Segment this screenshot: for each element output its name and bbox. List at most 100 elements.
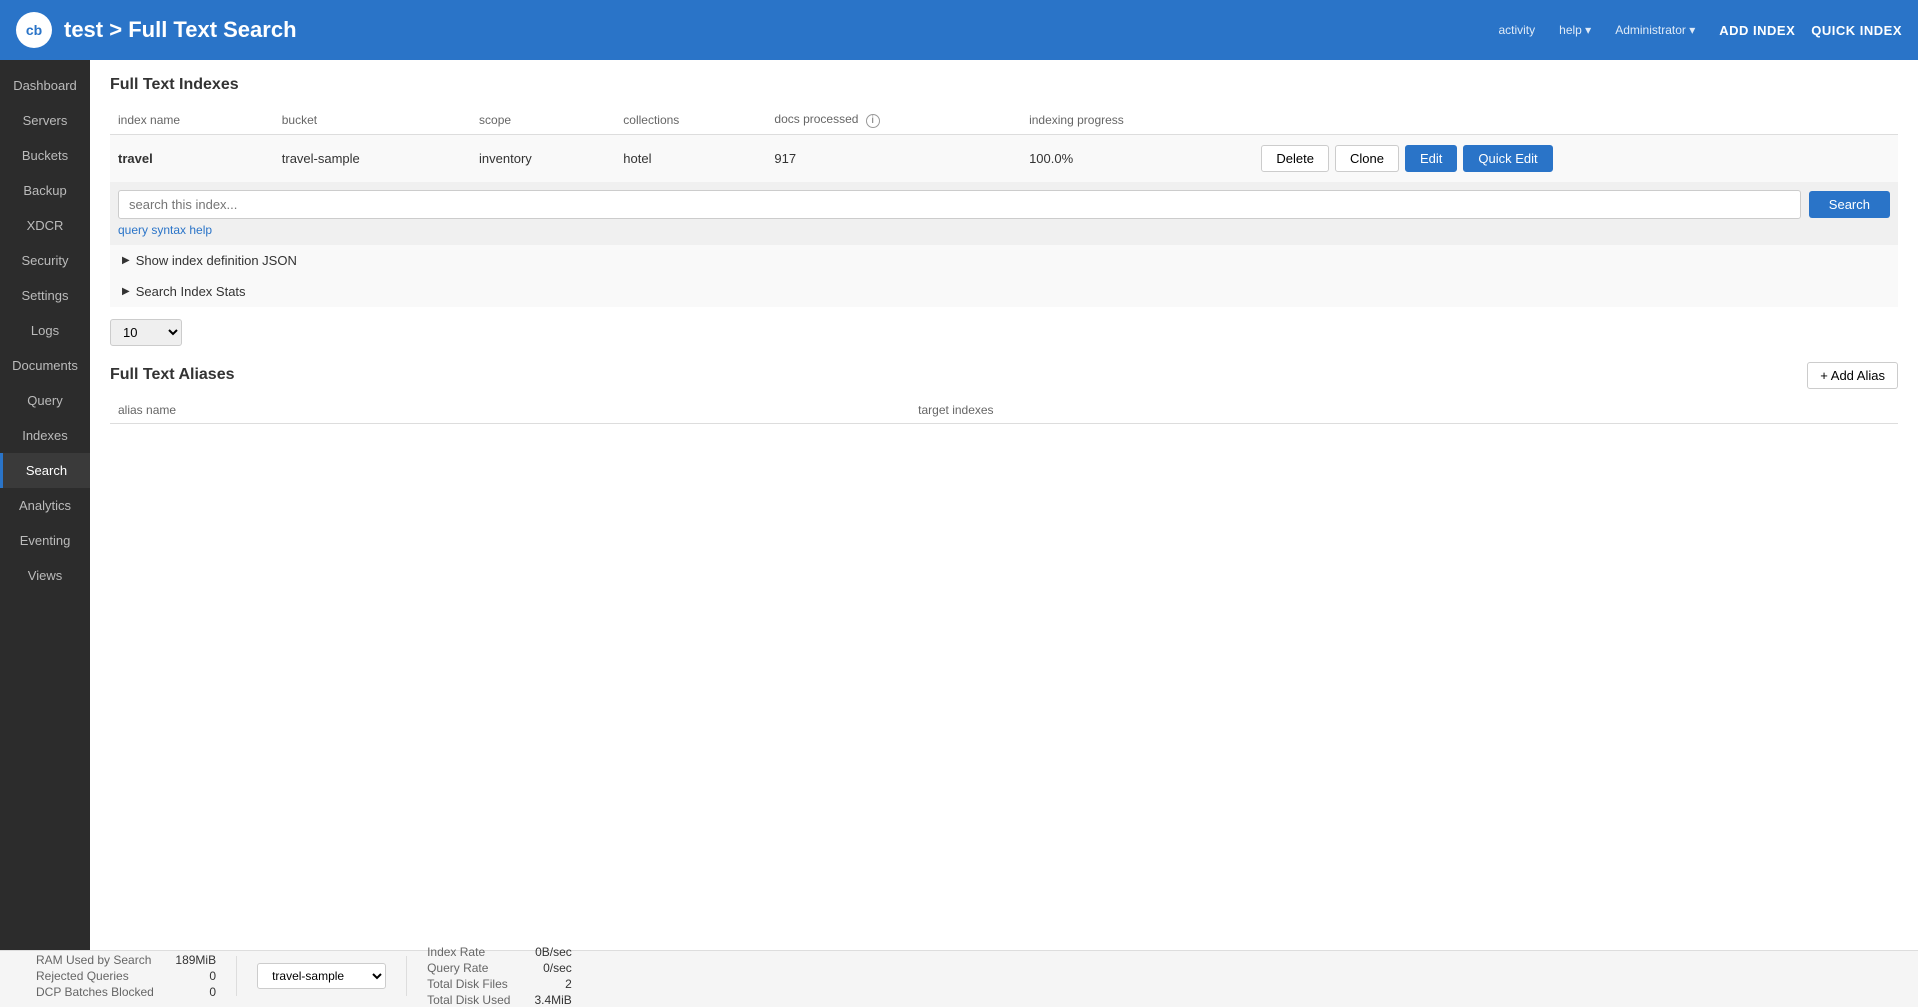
- col-collections: collections: [615, 106, 766, 134]
- cell-docs-processed: 917: [766, 134, 1021, 182]
- col-index-name: index name: [110, 106, 274, 134]
- stats-collapse-arrow-icon: ▶: [122, 286, 130, 297]
- sidebar-item-views[interactable]: Views: [0, 558, 90, 593]
- sidebar-item-security[interactable]: Security: [0, 243, 90, 278]
- top-action-buttons: ADD INDEX QUICK INDEX: [1719, 23, 1902, 38]
- page-title-header: Full Text Search: [128, 17, 296, 42]
- aliases-header: Full Text Aliases + Add Alias: [110, 362, 1898, 389]
- quick-edit-button[interactable]: Quick Edit: [1463, 145, 1552, 172]
- stat-dcp-label: DCP Batches Blocked: [36, 985, 154, 999]
- activity-link[interactable]: activity: [1498, 23, 1535, 37]
- page-size-select[interactable]: 10 25 50 100: [110, 319, 182, 346]
- cell-indexing-progress: 100.0%: [1021, 134, 1253, 182]
- sidebar-item-logs[interactable]: Logs: [0, 313, 90, 348]
- stat-index-rate-label: Index Rate: [427, 945, 485, 959]
- stat-dcp-value: 0: [209, 985, 216, 999]
- collapse-arrow-icon: ▶: [122, 255, 130, 266]
- layout: Dashboard Servers Buckets Backup XDCR Se…: [0, 60, 1918, 950]
- stat-ram-label: RAM Used by Search: [36, 953, 151, 967]
- search-row: Search query syntax help: [110, 182, 1898, 245]
- stat-index-rate-value: 0B/sec: [535, 945, 572, 959]
- col-docs-processed: docs processed i: [766, 106, 1021, 134]
- left-stats-section: RAM Used by Search 189MiB Rejected Queri…: [16, 953, 236, 999]
- sidebar-item-indexes[interactable]: Indexes: [0, 418, 90, 453]
- breadcrumb-prefix: test >: [64, 17, 128, 42]
- delete-button[interactable]: Delete: [1261, 145, 1329, 172]
- right-stats-section: Index Rate 0B/sec Query Rate 0/sec Total…: [407, 945, 592, 1007]
- aliases-title: Full Text Aliases: [110, 366, 234, 384]
- cell-scope: inventory: [471, 134, 615, 182]
- stat-rejected-value: 0: [209, 969, 216, 983]
- stat-query-rate-value: 0/sec: [543, 961, 572, 975]
- indexes-table: index name bucket scope collections docs…: [110, 106, 1898, 307]
- aliases-section: Full Text Aliases + Add Alias alias name…: [110, 362, 1898, 424]
- status-divider-1: [236, 956, 237, 996]
- top-bar: cb test > Full Text Search activity help…: [0, 0, 1918, 60]
- logo-text: cb: [26, 22, 42, 38]
- cell-index-name: travel: [110, 134, 274, 182]
- logo[interactable]: cb: [16, 12, 52, 48]
- pagination-row: 10 25 50 100: [110, 319, 1898, 346]
- query-syntax-link[interactable]: query syntax help: [118, 223, 212, 237]
- sidebar-item-servers[interactable]: Servers: [0, 103, 90, 138]
- stat-query-rate-label: Query Rate: [427, 961, 488, 975]
- search-input[interactable]: [118, 190, 1801, 219]
- stat-disk-files-label: Total Disk Files: [427, 977, 508, 991]
- stat-query-rate: Query Rate 0/sec: [427, 961, 572, 975]
- help-link[interactable]: help ▾: [1559, 23, 1591, 37]
- top-bar-right: activity help ▾ Administrator ▾ ADD INDE…: [1498, 23, 1902, 38]
- add-index-button[interactable]: ADD INDEX: [1719, 23, 1795, 38]
- search-cell: Search query syntax help: [110, 182, 1898, 245]
- sidebar-item-search[interactable]: Search: [0, 453, 90, 488]
- cell-actions: Delete Clone Edit Quick Edit: [1253, 134, 1898, 182]
- add-alias-button[interactable]: + Add Alias: [1807, 362, 1898, 389]
- app-title: test > Full Text Search: [64, 17, 297, 43]
- action-buttons: Delete Clone Edit Quick Edit: [1261, 145, 1890, 172]
- sidebar-item-dashboard[interactable]: Dashboard: [0, 68, 90, 103]
- full-text-indexes-title: Full Text Indexes: [110, 76, 1898, 94]
- docs-processed-info-icon[interactable]: i: [866, 114, 880, 128]
- sidebar-item-backup[interactable]: Backup: [0, 173, 90, 208]
- table-row: travel travel-sample inventory hotel 917…: [110, 134, 1898, 182]
- show-index-definition-trigger[interactable]: ▶ Show index definition JSON: [110, 245, 1898, 276]
- clone-button[interactable]: Clone: [1335, 145, 1399, 172]
- col-bucket: bucket: [274, 106, 471, 134]
- stat-disk-files-value: 2: [565, 977, 572, 991]
- bucket-selector[interactable]: travel-sample: [257, 963, 386, 989]
- search-input-group: Search: [118, 190, 1890, 219]
- search-index-stats-trigger[interactable]: ▶ Search Index Stats: [110, 276, 1898, 307]
- sidebar-item-settings[interactable]: Settings: [0, 278, 90, 313]
- stat-rejected-queries: Rejected Queries 0: [36, 969, 216, 983]
- stat-index-rate: Index Rate 0B/sec: [427, 945, 572, 959]
- sidebar-item-analytics[interactable]: Analytics: [0, 488, 90, 523]
- show-index-definition-row: ▶ Show index definition JSON: [110, 245, 1898, 276]
- sidebar-item-documents[interactable]: Documents: [0, 348, 90, 383]
- main-content: Full Text Indexes index name bucket scop…: [90, 60, 1918, 950]
- stat-dcp-batches: DCP Batches Blocked 0: [36, 985, 216, 999]
- quick-index-button[interactable]: QUICK INDEX: [1811, 23, 1902, 38]
- col-target-indexes: target indexes: [910, 397, 1898, 424]
- search-index-stats-label: Search Index Stats: [136, 284, 246, 299]
- sidebar-item-xdcr[interactable]: XDCR: [0, 208, 90, 243]
- search-button[interactable]: Search: [1809, 191, 1890, 218]
- cell-collections: hotel: [615, 134, 766, 182]
- edit-button[interactable]: Edit: [1405, 145, 1457, 172]
- search-index-stats-row: ▶ Search Index Stats: [110, 276, 1898, 307]
- col-indexing-progress: indexing progress: [1021, 106, 1253, 134]
- sidebar-item-buckets[interactable]: Buckets: [0, 138, 90, 173]
- col-actions: [1253, 106, 1898, 134]
- sidebar-item-query[interactable]: Query: [0, 383, 90, 418]
- stat-disk-files: Total Disk Files 2: [427, 977, 572, 991]
- col-scope: scope: [471, 106, 615, 134]
- sidebar-item-eventing[interactable]: Eventing: [0, 523, 90, 558]
- stat-ram-value: 189MiB: [175, 953, 216, 967]
- cell-bucket: travel-sample: [274, 134, 471, 182]
- sidebar: Dashboard Servers Buckets Backup XDCR Se…: [0, 60, 90, 950]
- col-alias-name: alias name: [110, 397, 910, 424]
- show-index-definition-label: Show index definition JSON: [136, 253, 297, 268]
- stat-rejected-label: Rejected Queries: [36, 969, 129, 983]
- stat-ram-used: RAM Used by Search 189MiB: [36, 953, 216, 967]
- top-bar-left: cb test > Full Text Search: [16, 12, 297, 48]
- admin-link[interactable]: Administrator ▾: [1615, 23, 1695, 37]
- status-bar: RAM Used by Search 189MiB Rejected Queri…: [0, 950, 1918, 1000]
